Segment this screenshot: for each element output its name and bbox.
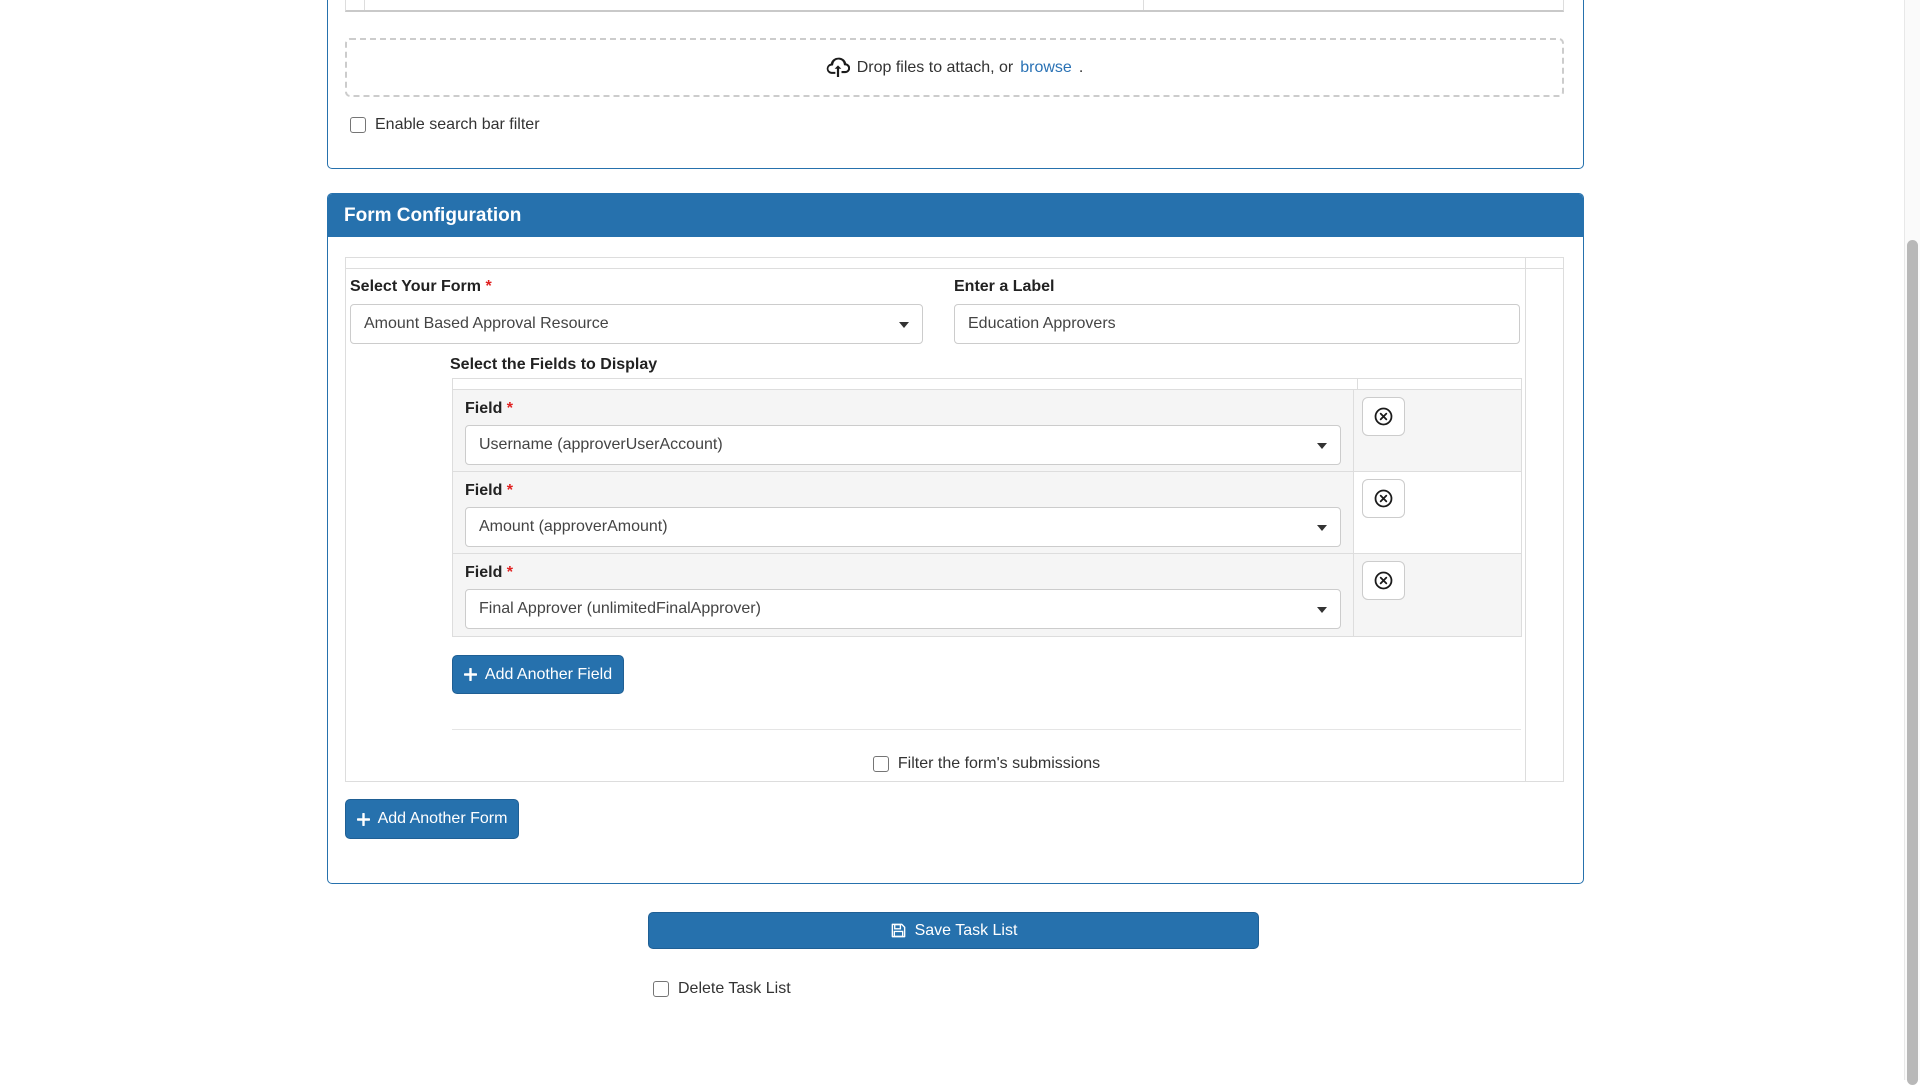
field-cell: Field * Amount (approverAmount) xyxy=(453,472,1354,553)
field-dropdown-2-value: Amount (approverAmount) xyxy=(479,518,668,536)
field-action-cell xyxy=(1354,390,1521,471)
file-dropzone[interactable]: Drop files to attach, or browse. xyxy=(345,38,1564,97)
fields-section-title: Select the Fields to Display xyxy=(450,356,657,374)
browser-scrollbar-thumb[interactable] xyxy=(1907,240,1918,1085)
dropzone-text: Drop files to attach, or xyxy=(857,59,1014,77)
required-asterisk: * xyxy=(485,278,491,295)
enable-search-filter-row: Enable search bar filter xyxy=(350,116,540,134)
field-dropdown-3-value: Final Approver (unlimitedFinalApprover) xyxy=(479,600,761,618)
field-label: Field * xyxy=(465,482,1341,500)
form-config-body-container: Select Your Form * Amount Based Approval… xyxy=(345,257,1564,782)
delete-task-list-label: Delete Task List xyxy=(678,980,791,998)
field-row-3: Field * Final Approver (unlimitedFinalAp… xyxy=(453,554,1521,636)
x-circle-icon xyxy=(1373,406,1394,427)
label-input[interactable] xyxy=(954,304,1520,344)
container-top-strip xyxy=(346,258,1563,269)
grid-column-divider xyxy=(1143,0,1144,10)
field-cell: Field * Username (approverUserAccount) xyxy=(453,390,1354,471)
chevron-down-icon xyxy=(1317,607,1327,613)
save-icon xyxy=(890,922,907,939)
dropzone-text-period: . xyxy=(1079,59,1083,77)
field-row-1: Field * Username (approverUserAccount) xyxy=(453,390,1521,472)
form-configuration-panel: Form Configuration Select Your Form * Am… xyxy=(327,193,1584,884)
save-task-list-button[interactable]: Save Task List xyxy=(648,912,1259,949)
add-another-form-button[interactable]: Add Another Form xyxy=(345,799,519,839)
field-row-2: Field * Amount (approverAmount) xyxy=(453,472,1521,554)
field-label: Field * xyxy=(465,400,1341,418)
filter-submissions-checkbox[interactable] xyxy=(873,756,889,772)
add-another-form-label: Add Another Form xyxy=(378,810,508,828)
field-dropdown-2[interactable]: Amount (approverAmount) xyxy=(465,507,1341,547)
add-another-field-button[interactable]: Add Another Field xyxy=(452,655,624,694)
browser-scrollbar-track[interactable] xyxy=(1904,0,1920,1080)
browse-link[interactable]: browse xyxy=(1020,59,1072,77)
field-action-cell xyxy=(1354,554,1521,636)
chevron-down-icon xyxy=(899,322,909,328)
section-divider xyxy=(452,729,1521,730)
enable-search-filter-label: Enable search bar filter xyxy=(375,116,540,134)
field-dropdown-3[interactable]: Final Approver (unlimitedFinalApprover) xyxy=(465,589,1341,629)
field-cell: Field * Final Approver (unlimitedFinalAp… xyxy=(453,554,1354,636)
fields-table-header-divider xyxy=(1357,379,1358,389)
data-grid-remnant xyxy=(345,0,1564,12)
panel-title: Form Configuration xyxy=(344,205,521,227)
remove-field-2-button[interactable] xyxy=(1362,479,1405,518)
filter-submissions-row: Filter the form's submissions xyxy=(452,755,1521,773)
field-label: Field * xyxy=(465,564,1341,582)
form-config-main-area: Select Your Form * Amount Based Approval… xyxy=(346,269,1525,782)
field-dropdown-1[interactable]: Username (approverUserAccount) xyxy=(465,425,1341,465)
select-your-form-value: Amount Based Approval Resource xyxy=(364,315,609,333)
remove-field-1-button[interactable] xyxy=(1362,397,1405,436)
field-action-cell xyxy=(1354,472,1521,553)
select-your-form-label: Select Your Form * xyxy=(350,278,923,296)
filter-submissions-label: Filter the form's submissions xyxy=(898,755,1100,773)
field-dropdown-1-value: Username (approverUserAccount) xyxy=(479,436,723,454)
remove-field-3-button[interactable] xyxy=(1362,561,1405,600)
enter-a-label-group: Enter a Label xyxy=(954,278,1520,344)
enable-search-filter-checkbox[interactable] xyxy=(350,117,366,133)
required-asterisk: * xyxy=(507,400,513,417)
grid-column-divider xyxy=(364,0,365,10)
x-circle-icon xyxy=(1373,570,1394,591)
panel-header: Form Configuration xyxy=(328,194,1583,237)
chevron-down-icon xyxy=(1317,525,1327,531)
fields-table: Field * Username (approverUserAccount) xyxy=(452,378,1522,637)
delete-task-list-row: Delete Task List xyxy=(653,980,791,998)
plus-icon xyxy=(357,813,370,826)
required-asterisk: * xyxy=(507,482,513,499)
select-your-form-dropdown[interactable]: Amount Based Approval Resource xyxy=(350,304,923,344)
enter-a-label-label: Enter a Label xyxy=(954,278,1520,296)
x-circle-icon xyxy=(1373,488,1394,509)
chevron-down-icon xyxy=(1317,443,1327,449)
add-another-field-label: Add Another Field xyxy=(485,666,612,684)
cloud-upload-icon xyxy=(826,57,850,79)
required-asterisk: * xyxy=(507,564,513,581)
container-right-column xyxy=(1525,258,1563,781)
top-panel: Drop files to attach, or browse. Enable … xyxy=(327,0,1584,169)
delete-task-list-checkbox[interactable] xyxy=(653,981,669,997)
save-task-list-label: Save Task List xyxy=(915,922,1018,940)
plus-icon xyxy=(464,668,477,681)
fields-table-header-strip xyxy=(453,379,1521,390)
select-your-form-group: Select Your Form * Amount Based Approval… xyxy=(350,278,923,344)
